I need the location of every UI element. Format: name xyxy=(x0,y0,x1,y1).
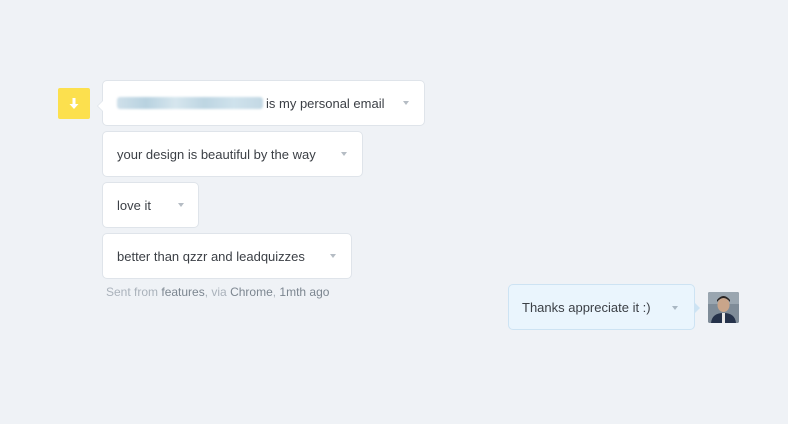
meta-timestamp: 1mth ago xyxy=(279,285,330,299)
redacted-email xyxy=(117,97,263,109)
message-text: love it xyxy=(117,197,151,213)
message-bubble[interactable]: your design is beautiful by the way xyxy=(102,131,363,177)
message-text: your design is beautiful by the way xyxy=(117,146,316,162)
message-bubble[interactable]: better than qzzr and leadquizzes xyxy=(102,233,352,279)
chevron-down-icon[interactable] xyxy=(178,203,184,207)
chevron-down-icon[interactable] xyxy=(672,306,678,310)
meta-browser: Chrome xyxy=(230,285,273,299)
conversation-view: is my personal email your design is beau… xyxy=(0,0,788,424)
chevron-down-icon[interactable] xyxy=(330,254,336,258)
user-photo xyxy=(708,292,739,323)
message-bubble[interactable]: love it xyxy=(102,182,199,228)
message-text: is my personal email xyxy=(266,95,385,111)
message-bubble[interactable]: is my personal email xyxy=(97,80,425,126)
visitor-avatar[interactable] xyxy=(58,88,90,119)
chevron-down-icon[interactable] xyxy=(403,101,409,105)
meta-via: , via xyxy=(204,285,231,299)
agent-avatar[interactable] xyxy=(708,292,739,323)
reply-text: Thanks appreciate it :) xyxy=(522,299,651,315)
chevron-down-icon[interactable] xyxy=(341,152,347,156)
download-arrow-icon xyxy=(69,97,79,109)
meta-prefix: Sent from xyxy=(106,285,162,299)
message-meta: Sent from features, via Chrome, 1mth ago xyxy=(106,285,329,299)
meta-source-link[interactable]: features xyxy=(161,285,204,299)
reply-bubble[interactable]: Thanks appreciate it :) xyxy=(508,284,700,330)
message-text: better than qzzr and leadquizzes xyxy=(117,248,305,264)
